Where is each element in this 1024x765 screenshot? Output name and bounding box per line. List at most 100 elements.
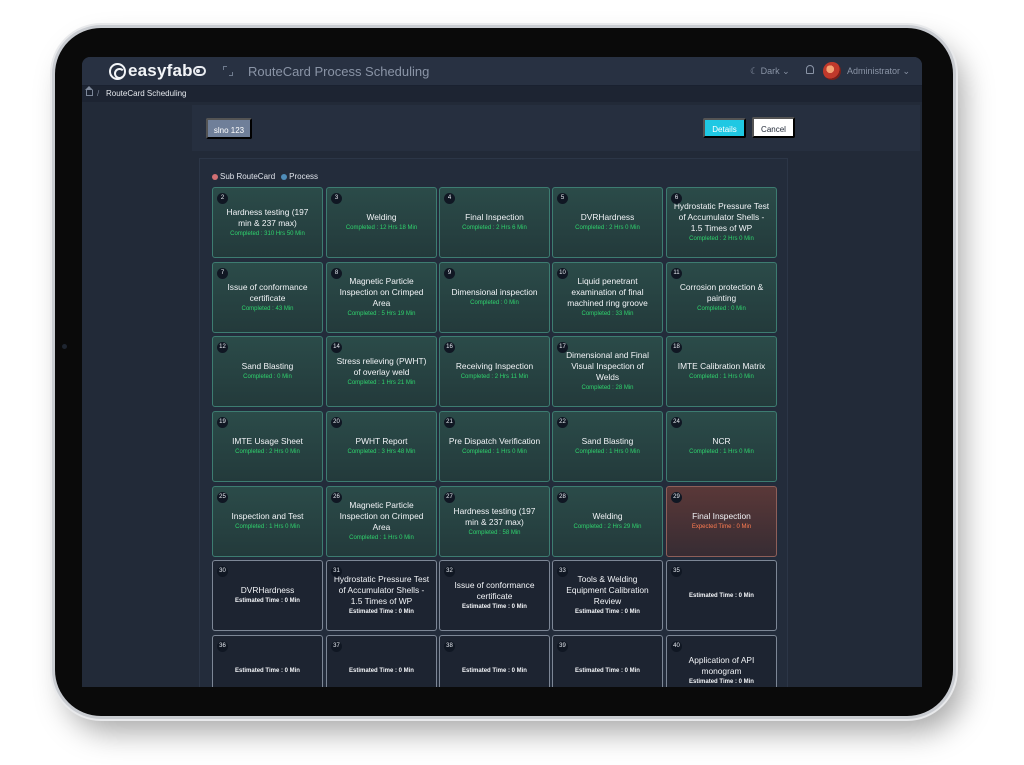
card-status: Completed : 2 Hrs 29 Min [573, 524, 642, 530]
card-status: Completed : 2 Hrs 0 Min [235, 449, 300, 455]
card-number-badge: 17 [557, 342, 568, 353]
card-number-badge: 7 [217, 268, 228, 279]
process-card-7[interactable]: 7 Issue of conformance certificate Complet… [212, 262, 323, 333]
card-number-badge: 28 [557, 492, 568, 503]
card-number-badge: 30 [217, 566, 228, 577]
card-number-badge: 35 [671, 566, 682, 577]
card-number-badge: 24 [671, 417, 682, 428]
card-number-badge: 20 [331, 417, 342, 428]
card-number-badge: 4 [444, 193, 455, 204]
logo-text: easyfab [128, 61, 193, 80]
card-status: Completed : 43 Min [241, 305, 294, 312]
card-status: Completed : 33 Min [581, 311, 634, 317]
card-number-badge: 40 [671, 641, 682, 652]
process-card-32[interactable]: 32 Issue of conformance certificate Estima… [439, 560, 550, 631]
card-number-badge: 21 [444, 417, 455, 428]
process-card-40[interactable]: 40 Application of API monogram Estimated T… [666, 635, 777, 687]
cancel-button[interactable]: Cancel [752, 117, 795, 138]
card-number-badge: 32 [444, 566, 455, 577]
process-card-28[interactable]: 28 Welding Completed : 2 Hrs 29 Min [552, 486, 663, 557]
process-card-24[interactable]: 24 NCR Completed : 1 Hrs 0 Min [666, 411, 777, 482]
process-card-35[interactable]: 35 Estimated Time : 0 Min [666, 560, 777, 631]
user-menu[interactable]: Administrator ⌄ [847, 66, 910, 77]
process-card-19[interactable]: 19 IMTE Usage Sheet Completed : 2 Hrs 0 Mi… [212, 411, 323, 482]
process-card-20[interactable]: 20 PWHT Report Completed : 3 Hrs 48 Min [326, 411, 437, 482]
process-card-2[interactable]: 2 Hardness testing (197 min & 237 max) Com… [212, 187, 323, 258]
card-number-badge: 5 [557, 193, 568, 204]
process-card-8[interactable]: 8 Magnetic Particle Inspection on Crimped… [326, 262, 437, 333]
process-card-21[interactable]: 21 Pre Dispatch Verification Completed : 1… [439, 411, 550, 482]
process-card-22[interactable]: 22 Sand Blasting Completed : 1 Hrs 0 Min [552, 411, 663, 482]
process-card-12[interactable]: 12 Sand Blasting Completed : 0 Min [212, 336, 323, 407]
process-card-9[interactable]: 9 Dimensional inspection Completed : 0 Min [439, 262, 550, 333]
app-logo[interactable]: easyfab [109, 61, 193, 81]
process-card-39[interactable]: 39 Estimated Time : 0 Min [552, 635, 663, 687]
card-status: Completed : 2 Hrs 0 Min [689, 236, 754, 242]
card-title: Hydrostatic Pressure Test of Accumulator… [673, 201, 770, 233]
card-title: IMTE Calibration Matrix [677, 361, 766, 371]
process-card-10[interactable]: 10 Liquid penetrant examination of final … [552, 262, 663, 333]
card-title: Application of API monogram [688, 654, 755, 676]
card-number-badge: 29 [671, 492, 682, 503]
legend: Sub RouteCard Process [212, 172, 324, 181]
card-number-badge: 9 [444, 268, 455, 279]
notification-bell-icon[interactable] [806, 65, 814, 74]
card-title: Hardness testing (197 min & 237 max) [226, 206, 309, 228]
easyfab-logo-icon [109, 62, 126, 80]
card-number-badge: 14 [331, 342, 342, 353]
action-panel [192, 105, 920, 151]
card-status: Completed : 5 Hrs 19 Min [347, 311, 416, 317]
card-status: Completed : 2 Hrs 0 Min [575, 225, 640, 231]
card-number-badge: 22 [557, 417, 568, 428]
process-card-33[interactable]: 33 Tools & Welding Equipment Calibration … [552, 560, 663, 631]
card-title: Welding [366, 212, 397, 222]
card-number-badge: 27 [444, 492, 455, 503]
card-status: Completed : 3 Hrs 48 Min [347, 449, 416, 455]
process-card-18[interactable]: 18 IMTE Calibration Matrix Completed : 1 H… [666, 336, 777, 407]
card-number-badge: 38 [444, 641, 455, 652]
page-title: RouteCard Process Scheduling [248, 64, 430, 79]
app-screen: easyfab RouteCard Process Scheduling ☾ D… [82, 57, 922, 687]
card-title: IMTE Usage Sheet [232, 436, 303, 446]
avatar[interactable] [823, 62, 841, 80]
fullscreen-icon[interactable] [223, 66, 233, 76]
process-card-38[interactable]: 38 Estimated Time : 0 Min [439, 635, 550, 687]
process-card-30[interactable]: 30 DVRHardness Estimated Time : 0 Min [212, 560, 323, 631]
card-title: Magnetic Particle Inspection on Crimped … [339, 276, 424, 308]
breadcrumb-separator: / [97, 89, 100, 98]
process-card-5[interactable]: 5 DVRHardness Completed : 2 Hrs 0 Min [552, 187, 663, 258]
sidebar-toggle-icon[interactable] [193, 66, 206, 76]
process-card-29[interactable]: 29 Final Inspection Expected Time : 0 Min [666, 486, 777, 557]
process-card-37[interactable]: 37 Estimated Time : 0 Min [326, 635, 437, 687]
theme-dropdown[interactable]: ☾ Dark ⌄ [750, 66, 790, 77]
process-card-16[interactable]: 16 Receiving Inspection Completed : 2 Hrs … [439, 336, 550, 407]
process-card-25[interactable]: 25 Inspection and Test Completed : 1 Hrs 0… [212, 486, 323, 557]
card-status: Completed : 0 Min [697, 305, 746, 312]
card-title: Tools & Welding Equipment Calibration Re… [566, 574, 649, 606]
process-card-14[interactable]: 14 Stress relieving (PWHT) of overlay wel… [326, 336, 437, 407]
card-title: DVRHardness [240, 585, 295, 595]
details-button[interactable]: Details [703, 118, 746, 138]
legend-process-label: Process [289, 172, 319, 181]
card-status: Estimated Time : 0 Min [349, 609, 414, 615]
process-card-11[interactable]: 11 Corrosion protection & painting Complet… [666, 262, 777, 333]
process-card-26[interactable]: 26 Magnetic Particle Inspection on Crimpe… [326, 486, 437, 557]
card-title: Final Inspection [692, 511, 751, 521]
process-card-27[interactable]: 27 Hardness testing (197 min & 237 max) Co… [439, 486, 550, 557]
slno-button[interactable]: slno 123 [206, 118, 252, 139]
card-status: Completed : 12 Hrs 18 Min [345, 225, 418, 231]
card-status: Completed : 1 Hrs 21 Min [347, 379, 416, 386]
card-status: Estimated Time : 0 Min [349, 667, 414, 674]
process-card-36[interactable]: 36 Estimated Time : 0 Min [212, 635, 323, 687]
process-card-17[interactable]: 17 Dimensional and Final Visual Inspectio… [552, 336, 663, 407]
process-card-6[interactable]: 6 Hydrostatic Pressure Test of Accumulato… [666, 187, 777, 258]
card-status: Estimated Time : 0 Min [235, 598, 300, 604]
process-card-3[interactable]: 3 Welding Completed : 12 Hrs 18 Min [326, 187, 437, 258]
card-title: PWHT Report [355, 436, 408, 446]
process-card-31[interactable]: 31 Hydrostatic Pressure Test of Accumulat… [326, 560, 437, 631]
card-title: Hydrostatic Pressure Test of Accumulator… [333, 574, 430, 606]
card-title: Liquid penetrant examination of final ma… [567, 276, 648, 308]
home-icon[interactable] [85, 86, 93, 96]
process-card-4[interactable]: 4 Final Inspection Completed : 2 Hrs 6 Min [439, 187, 550, 258]
top-navbar: easyfab RouteCard Process Scheduling ☾ D… [82, 57, 922, 86]
